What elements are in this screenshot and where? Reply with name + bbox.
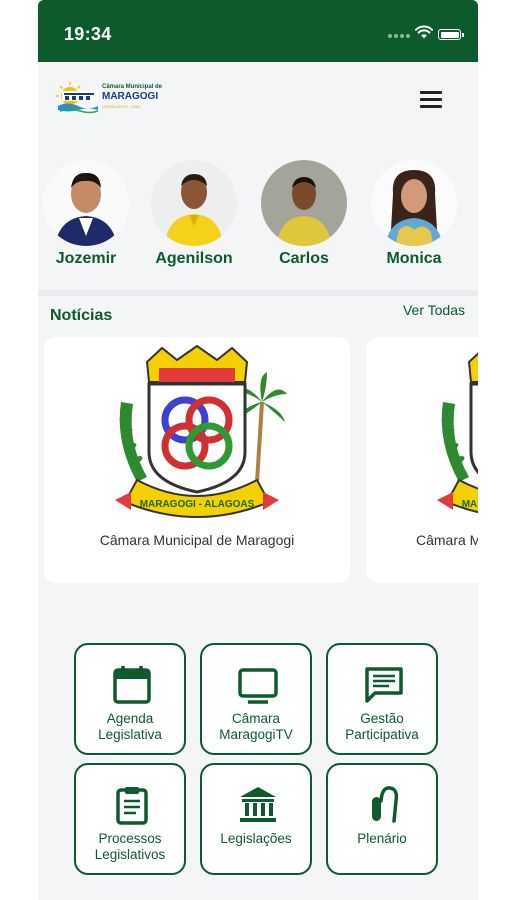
menu-tile-label: Legislações <box>220 831 292 846</box>
news-caption: Câmara Municipal de Maragogi <box>99 532 295 548</box>
wifi-icon <box>415 25 433 39</box>
status-bar: 19:34 <box>38 0 478 62</box>
menu-tile-label: Processos Legislativos <box>94 831 166 862</box>
avatar <box>371 160 457 246</box>
councilor-card[interactable]: Monica <box>368 160 460 268</box>
app-screen: 19:34 Câmara Municipal de MARAGOGI LEGIS… <box>38 0 478 900</box>
chat-icon <box>365 667 403 703</box>
menu-tile-gestao[interactable]: Gestão Participativa <box>326 643 438 755</box>
menu-tile-label: Gestão Participativa <box>345 711 419 742</box>
institution-icon <box>240 787 276 822</box>
crest-banner-text: MARAGOGI - ALAGOAS <box>462 499 478 510</box>
tv-icon <box>238 668 278 704</box>
calendar-icon <box>113 666 151 704</box>
menu-tile-legislacoes[interactable]: Legislações <box>200 763 312 875</box>
councilor-card[interactable]: Agenilson <box>148 160 240 268</box>
hamburger-menu-icon[interactable] <box>418 88 446 110</box>
battery-icon <box>438 29 464 40</box>
councilor-name: Agenilson <box>155 250 233 267</box>
news-card[interactable]: MARAGOGI - ALAGOAS Câmara Municipal de M… <box>44 337 350 583</box>
status-time: 19:34 <box>64 24 112 44</box>
menu-tile-label: Câmara MaragogiTV <box>219 711 293 742</box>
signal-icon <box>388 34 410 40</box>
microphone-icon <box>372 786 399 823</box>
app-header: Câmara Municipal de MARAGOGI LEGISLATIVO… <box>38 62 478 134</box>
news-section-title: Notícias <box>50 307 113 324</box>
crest-banner-text: MARAGOGI - ALAGOAS <box>140 499 255 510</box>
councilor-card[interactable]: Jozemir <box>40 160 132 268</box>
logo-emblem-icon <box>56 82 99 114</box>
councilor-name: Carlos <box>279 250 329 267</box>
camara-logo[interactable]: Câmara Municipal de MARAGOGI LEGISLATIVO… <box>56 80 163 114</box>
councilors-carousel[interactable]: Jozemir Agenilson Carlos Monica <box>38 150 478 290</box>
clipboard-icon <box>116 787 148 825</box>
avatar <box>43 160 129 246</box>
coat-of-arms-image: MARAGOGI - ALAGOAS <box>115 344 287 518</box>
menu-tile-tv[interactable]: Câmara MaragogiTV <box>200 643 312 755</box>
avatar <box>261 160 347 246</box>
logo-line2: MARAGOGI <box>102 91 159 102</box>
news-card[interactable]: MARAGOGI - ALAGOAS Câmara Municipal de M… <box>366 337 478 583</box>
menu-tile-label: Agenda Legislativa <box>98 711 162 742</box>
coat-of-arms-image: MARAGOGI - ALAGOAS <box>437 352 478 514</box>
see-all-news-link[interactable]: Ver Todas <box>403 302 465 318</box>
news-caption: Câmara Municipal de Maragogi <box>416 532 478 548</box>
section-divider <box>38 290 478 296</box>
menu-tile-processos[interactable]: Processos Legislativos <box>74 763 186 875</box>
councilor-card[interactable]: Carlos <box>258 160 350 268</box>
menu-tile-agenda[interactable]: Agenda Legislativa <box>74 643 186 755</box>
avatar <box>151 160 237 246</box>
councilor-name: Monica <box>386 250 442 267</box>
councilor-name: Jozemir <box>55 250 117 267</box>
logo-line3: LEGISLATIVO - 2021 <box>102 104 141 109</box>
menu-tile-plenario[interactable]: Plenário <box>326 763 438 875</box>
menu-tile-label: Plenário <box>357 831 407 846</box>
logo-line1: Câmara Municipal de <box>102 84 163 90</box>
